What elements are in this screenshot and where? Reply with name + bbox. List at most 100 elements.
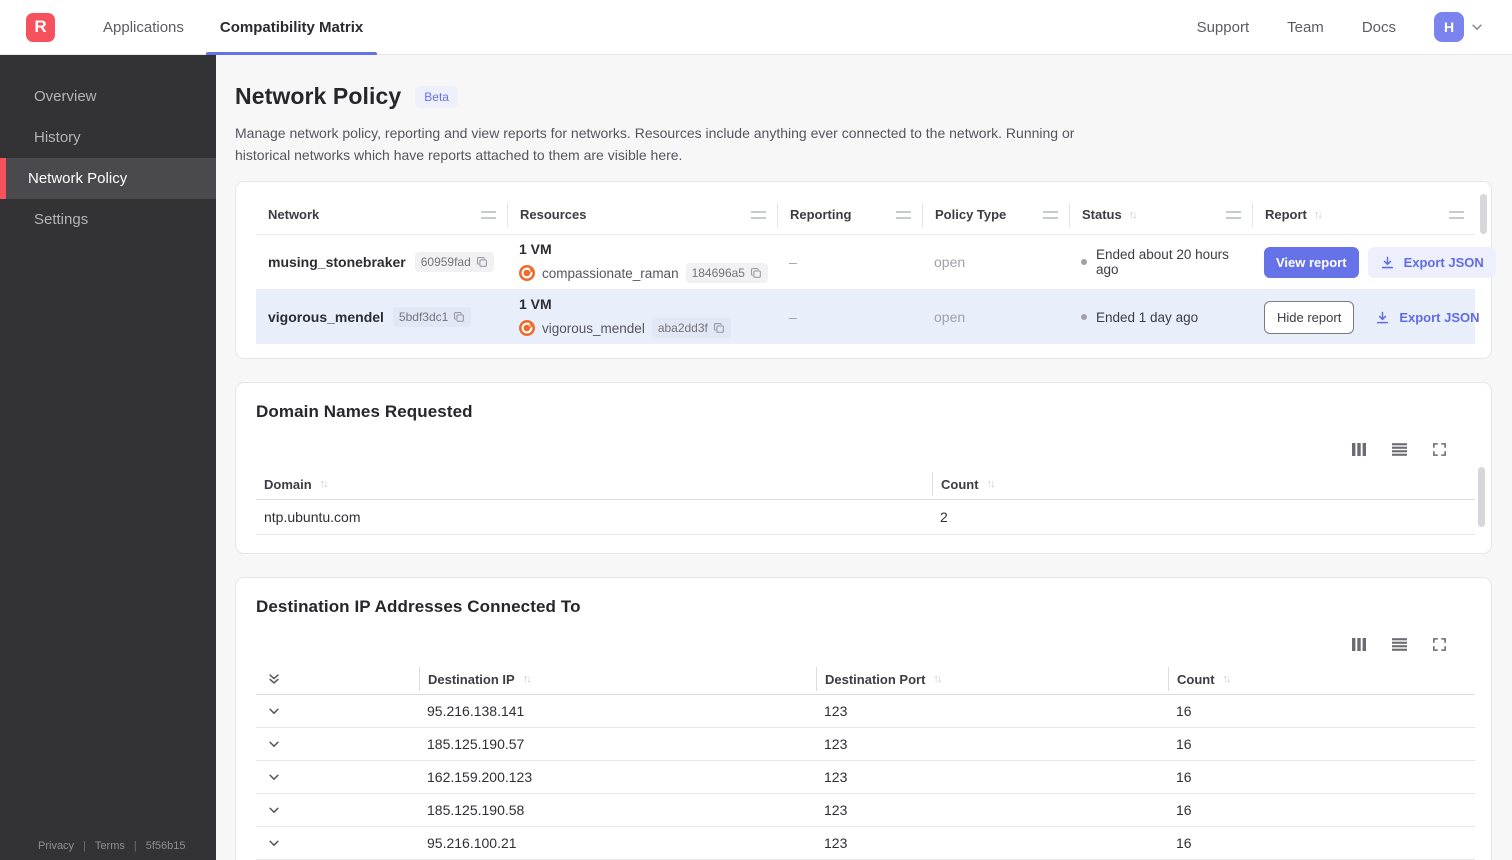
support-link[interactable]: Support <box>1197 19 1250 36</box>
columns-icon[interactable] <box>1351 637 1367 652</box>
chevron-down-icon <box>267 836 281 850</box>
column-header-destination-port[interactable]: Destination Port ↑↓ <box>816 667 1168 692</box>
scrollbar-thumb[interactable] <box>1480 194 1487 235</box>
download-icon <box>1380 255 1395 270</box>
ip-row[interactable]: 185.125.190.57 123 16 <box>256 728 1475 762</box>
column-header-reporting[interactable]: Reporting <box>777 202 922 227</box>
avatar: H <box>1434 12 1464 42</box>
card-title: Domain Names Requested <box>256 402 473 422</box>
sidebar-item-history[interactable]: History <box>0 117 216 158</box>
build-version: 5f56b15 <box>145 840 186 852</box>
sidebar-item-overview[interactable]: Overview <box>0 76 216 117</box>
column-header-domain[interactable]: Domain ↑↓ <box>256 472 932 496</box>
column-header-status[interactable]: Status ↑↓ <box>1069 202 1252 227</box>
row-expand-button[interactable] <box>256 737 419 751</box>
policy-type-value: open <box>934 254 966 271</box>
column-header-network[interactable]: Network <box>256 203 507 227</box>
fullscreen-icon[interactable] <box>1432 442 1447 457</box>
row-expand-button[interactable] <box>256 704 419 718</box>
sort-icon[interactable]: ↑↓ <box>987 478 996 490</box>
vm-name: compassionate_raman <box>542 265 679 281</box>
status-dot <box>1081 314 1087 321</box>
status-dot <box>1081 259 1087 266</box>
scrollbar-thumb[interactable] <box>1478 467 1485 528</box>
view-report-button[interactable]: View report <box>1264 246 1359 278</box>
column-header-count[interactable]: Count ↑↓ <box>932 472 1475 497</box>
column-resize-handle-icon[interactable] <box>751 210 766 219</box>
column-resize-handle-icon[interactable] <box>1226 210 1241 219</box>
sidebar: Overview History Network Policy Settings… <box>0 55 216 860</box>
privacy-link[interactable]: Privacy <box>38 840 74 852</box>
reporting-value: – <box>789 254 797 271</box>
sidebar-item-settings[interactable]: Settings <box>0 199 216 240</box>
domain-row[interactable]: ntp.ubuntu.com 2 <box>256 500 1475 536</box>
export-json-button[interactable]: Export JSON <box>1367 246 1496 278</box>
column-header-report[interactable]: Report ↑↓ <box>1252 202 1475 227</box>
network-row[interactable]: vigorous_mendel 5bdf3dc1 1 VM vigorous_m… <box>256 289 1480 345</box>
columns-icon[interactable] <box>1351 442 1367 457</box>
count-value: 16 <box>1176 703 1192 720</box>
page-title: Network Policy <box>235 83 402 109</box>
ips-table-header: Destination IP ↑↓ Destination Port ↑↓ Co… <box>256 664 1475 696</box>
column-resize-handle-icon[interactable] <box>896 210 911 219</box>
sort-icon[interactable]: ↑↓ <box>1129 209 1138 221</box>
double-chevron-down-icon <box>267 672 281 686</box>
app-logo[interactable]: R <box>26 12 55 42</box>
user-menu[interactable]: H <box>1434 12 1484 42</box>
column-header-policy-type[interactable]: Policy Type <box>922 202 1069 227</box>
team-link[interactable]: Team <box>1287 19 1324 36</box>
column-resize-handle-icon[interactable] <box>1449 210 1464 219</box>
ip-row[interactable]: 185.125.190.58 123 16 <box>256 794 1475 828</box>
copy-icon[interactable] <box>476 256 488 268</box>
chevron-down-icon <box>267 770 281 784</box>
chevron-down-icon <box>1470 20 1484 34</box>
chevron-down-icon <box>267 803 281 817</box>
count-value: 16 <box>1176 736 1192 753</box>
copy-icon[interactable] <box>453 311 465 323</box>
chevron-down-icon <box>267 704 281 718</box>
column-header-resources[interactable]: Resources <box>507 202 777 227</box>
row-expand-button[interactable] <box>256 803 419 817</box>
copy-icon[interactable] <box>750 267 762 279</box>
sort-icon[interactable]: ↑↓ <box>523 673 532 685</box>
fullscreen-icon[interactable] <box>1432 637 1447 652</box>
docs-link[interactable]: Docs <box>1362 19 1396 36</box>
copy-icon[interactable] <box>713 322 725 334</box>
networks-table-header: Network Resources Reporting Policy Type <box>256 195 1475 234</box>
export-json-button[interactable]: Export JSON <box>1363 302 1491 333</box>
table-toolbar <box>256 637 1447 652</box>
vm-id-badge: 184696a5 <box>685 263 768 284</box>
column-resize-handle-icon[interactable] <box>481 210 496 219</box>
vm-qemu-icon <box>519 320 535 337</box>
sort-icon[interactable]: ↑↓ <box>1223 673 1232 685</box>
terms-link[interactable]: Terms <box>95 840 125 852</box>
row-density-icon[interactable] <box>1391 637 1408 652</box>
row-density-icon[interactable] <box>1391 442 1408 457</box>
hide-report-button[interactable]: Hide report <box>1264 300 1355 334</box>
ip-row[interactable]: 162.159.200.123 123 16 <box>256 761 1475 795</box>
sort-icon[interactable]: ↑↓ <box>320 478 329 490</box>
expand-all-header[interactable] <box>256 667 419 691</box>
tab-applications[interactable]: Applications <box>89 0 198 55</box>
ip-row[interactable]: 95.216.138.141 123 16 <box>256 695 1475 729</box>
sidebar-item-network-policy[interactable]: Network Policy <box>0 158 216 199</box>
ip-row[interactable]: 95.216.100.21 123 16 <box>256 827 1475 860</box>
network-id-badge: 5bdf3dc1 <box>392 307 472 328</box>
tab-compatibility-matrix[interactable]: Compatibility Matrix <box>205 0 378 55</box>
row-expand-button[interactable] <box>256 836 419 850</box>
network-row[interactable]: musing_stonebraker 60959fad 1 VM compass… <box>256 234 1496 289</box>
network-name: musing_stonebraker <box>268 254 406 271</box>
column-resize-handle-icon[interactable] <box>1043 210 1058 219</box>
count-value: 16 <box>1176 835 1192 852</box>
sort-icon[interactable]: ↑↓ <box>933 673 942 685</box>
column-header-destination-ip[interactable]: Destination IP ↑↓ <box>419 667 816 692</box>
count-value: 2 <box>940 509 948 526</box>
domains-card: Domain Names Requested Domain ↑↓ Count ↑… <box>235 382 1492 555</box>
nav-right: Support Team Docs H <box>1197 12 1484 42</box>
main-content: Network Policy Beta Manage network polic… <box>216 55 1512 860</box>
row-expand-button[interactable] <box>256 770 419 784</box>
column-header-count[interactable]: Count ↑↓ <box>1168 667 1475 692</box>
beta-badge: Beta <box>415 85 458 108</box>
resources-count: 1 VM <box>519 296 552 313</box>
sort-icon[interactable]: ↑↓ <box>1314 209 1323 221</box>
